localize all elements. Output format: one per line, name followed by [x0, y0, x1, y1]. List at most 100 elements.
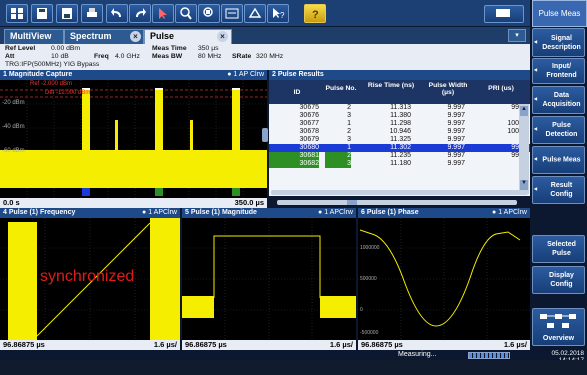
magnitude-capture-plot[interactable]: Ref -2.000 dBm Det -12.000 dBm -20 dBm -…: [0, 80, 267, 198]
measuring-label: Measuring...: [398, 351, 437, 358]
toolbar: ? ?: [0, 0, 530, 27]
print-icon[interactable]: [81, 4, 103, 23]
panel-pulse-frequency-title: 4 Pulse (1) Frequency ● 1 APClrw: [0, 208, 180, 218]
table-cell: 11.180: [390, 160, 411, 167]
trace-label: ● 1 AP Clrw: [227, 71, 264, 78]
table-cell: 11.313: [390, 104, 411, 111]
table-cell: 3: [325, 160, 351, 168]
table-cell: 3: [347, 112, 351, 119]
selected-pulse-button[interactable]: Selected Pulse: [532, 235, 585, 263]
y-tick-label: 0: [360, 307, 363, 313]
panel-magnitude-capture-title: 1 Magnitude Capture ● 1 AP Clrw: [0, 70, 267, 80]
horizontal-scrollbar[interactable]: [271, 190, 528, 195]
help-icon[interactable]: ?: [304, 4, 326, 23]
scroll-down-icon[interactable]: ▼: [520, 180, 528, 190]
vertical-scrollbar[interactable]: ▲ ▼: [519, 104, 529, 194]
table-cell: 9.997: [447, 136, 465, 143]
panel1-footer: 0.0 s 350.0 µs: [0, 198, 267, 208]
overview-icon: [540, 314, 576, 328]
tab-menu-icon[interactable]: ▾: [508, 29, 526, 42]
freq-label: Freq: [94, 53, 109, 60]
table-cell: 30677: [299, 120, 319, 127]
table-cell: 99: [511, 104, 519, 111]
close-icon[interactable]: ×: [130, 31, 141, 42]
progress-bar: [468, 352, 510, 359]
input-frontend-button[interactable]: ◂ Input/ Frontend: [532, 58, 585, 84]
trace-label: ● 1 APClrw: [492, 209, 527, 216]
table-row[interactable]: 30676 3 11.380 9.997: [269, 112, 530, 120]
table-cell: 11.380: [390, 112, 411, 119]
table-row[interactable]: 30680 1 11.302 9.997 99: [269, 144, 530, 152]
freq-value: 4.0 GHz: [115, 53, 140, 60]
bottom-strip: [0, 360, 587, 375]
y-tick-label: 1000000: [360, 245, 380, 251]
table-row[interactable]: 30675 2 11.313 9.997 99: [269, 104, 530, 112]
windows-icon[interactable]: [6, 4, 28, 23]
signal-description-button[interactable]: ◂ Signal Description: [532, 28, 585, 57]
y-tick-label: 500000: [360, 276, 377, 282]
pointer-icon[interactable]: [152, 4, 174, 23]
column-header: Pulse No.: [325, 85, 357, 92]
pulse-frequency-plot[interactable]: synchronized: [0, 218, 180, 340]
display-config-button[interactable]: Display Config: [532, 266, 585, 294]
multi-zoom-icon[interactable]: [198, 4, 220, 23]
table-row[interactable]: 30679 3 11.325 9.997: [269, 136, 530, 144]
splitter-handle[interactable]: [262, 128, 268, 142]
pulse-results-table[interactable]: ID Pulse No. Rise Time (ns) Pulse Width …: [269, 80, 530, 196]
measuring-indicator: Measuring...: [398, 351, 528, 360]
table-cell: 30676: [299, 112, 319, 119]
floppy-icon[interactable]: [56, 4, 78, 23]
overview-button[interactable]: Overview: [532, 308, 585, 346]
y-tick-label: -20 dBm: [2, 100, 25, 106]
table-cell: 9.997: [447, 160, 465, 167]
pulse-meas-mode-button[interactable]: Pulse Meas: [532, 0, 587, 27]
scroll-up-icon[interactable]: ▲: [520, 106, 528, 116]
close-icon[interactable]: ×: [217, 31, 228, 42]
att-label: Att: [5, 53, 15, 60]
meas-bw-value: 80 MHz: [198, 53, 222, 60]
table-cell: 11.298: [390, 120, 411, 127]
table-cell: 30682: [269, 160, 319, 168]
scroll-thumb[interactable]: [347, 200, 357, 205]
display-icon[interactable]: [244, 4, 266, 23]
meas-bw-label: Meas BW: [152, 53, 183, 60]
pulse-magnitude-plot[interactable]: [182, 218, 356, 340]
tab-spectrum[interactable]: Spectrum ×: [64, 29, 144, 44]
result-config-button[interactable]: ◂ Result Config: [532, 176, 585, 204]
data-acquisition-button[interactable]: ◂ Data Acquisition: [532, 86, 585, 114]
table-row[interactable]: 30677 1 11.298 9.997 100: [269, 120, 530, 128]
date-label: 05.02.2018: [551, 350, 584, 357]
table-h-scrollbar[interactable]: [277, 200, 517, 205]
table-cell: 2: [347, 128, 351, 135]
trace-label: ● 1 APClrw: [142, 209, 177, 216]
table-row[interactable]: 30678 2 10.946 9.997 100: [269, 128, 530, 136]
redo-icon[interactable]: [129, 4, 151, 23]
result-toggle-button[interactable]: [484, 5, 524, 23]
pulse-detection-button[interactable]: ◂ Pulse Detection: [532, 116, 585, 144]
column-header: ID: [293, 89, 301, 96]
table-cell: 9.997: [447, 144, 465, 151]
tab-multiview[interactable]: MultiView: [4, 29, 64, 44]
table-cell: 30675: [299, 104, 319, 111]
tab-pulse[interactable]: Pulse ×: [144, 29, 232, 44]
column-header: Pulse Width (µs): [428, 82, 468, 96]
table-row[interactable]: 30681 2 11.235 9.997 99: [269, 152, 530, 160]
touch-icon[interactable]: [221, 4, 243, 23]
help-pointer-icon[interactable]: ?: [267, 4, 289, 23]
save-icon[interactable]: [31, 4, 53, 23]
zoom-icon[interactable]: [175, 4, 197, 23]
x-end-label: 350.0 µs: [234, 198, 264, 207]
pulse-meas-button[interactable]: ◂ Pulse Meas: [532, 146, 585, 174]
table-cell: 30681: [269, 152, 319, 160]
table-row[interactable]: 30682 3 11.180 9.997: [269, 160, 530, 168]
trigger-info: TRG:IFP(500MHz) YIG Bypass: [5, 61, 100, 68]
panel5-footer: 96.86875 µs 1.6 µs/: [182, 340, 356, 350]
table-cell: 2: [347, 104, 351, 111]
y-tick-label: -60 dBm: [2, 148, 25, 154]
undo-icon[interactable]: [106, 4, 128, 23]
det-line-label: Det -12.000 dBm: [45, 90, 91, 96]
pulse-phase-plot[interactable]: 1000000 500000 0 -500000: [358, 218, 530, 340]
table-cell: 30680: [299, 144, 319, 151]
y-tick-label: -40 dBm: [2, 124, 25, 130]
table-cell: 30679: [299, 136, 319, 143]
